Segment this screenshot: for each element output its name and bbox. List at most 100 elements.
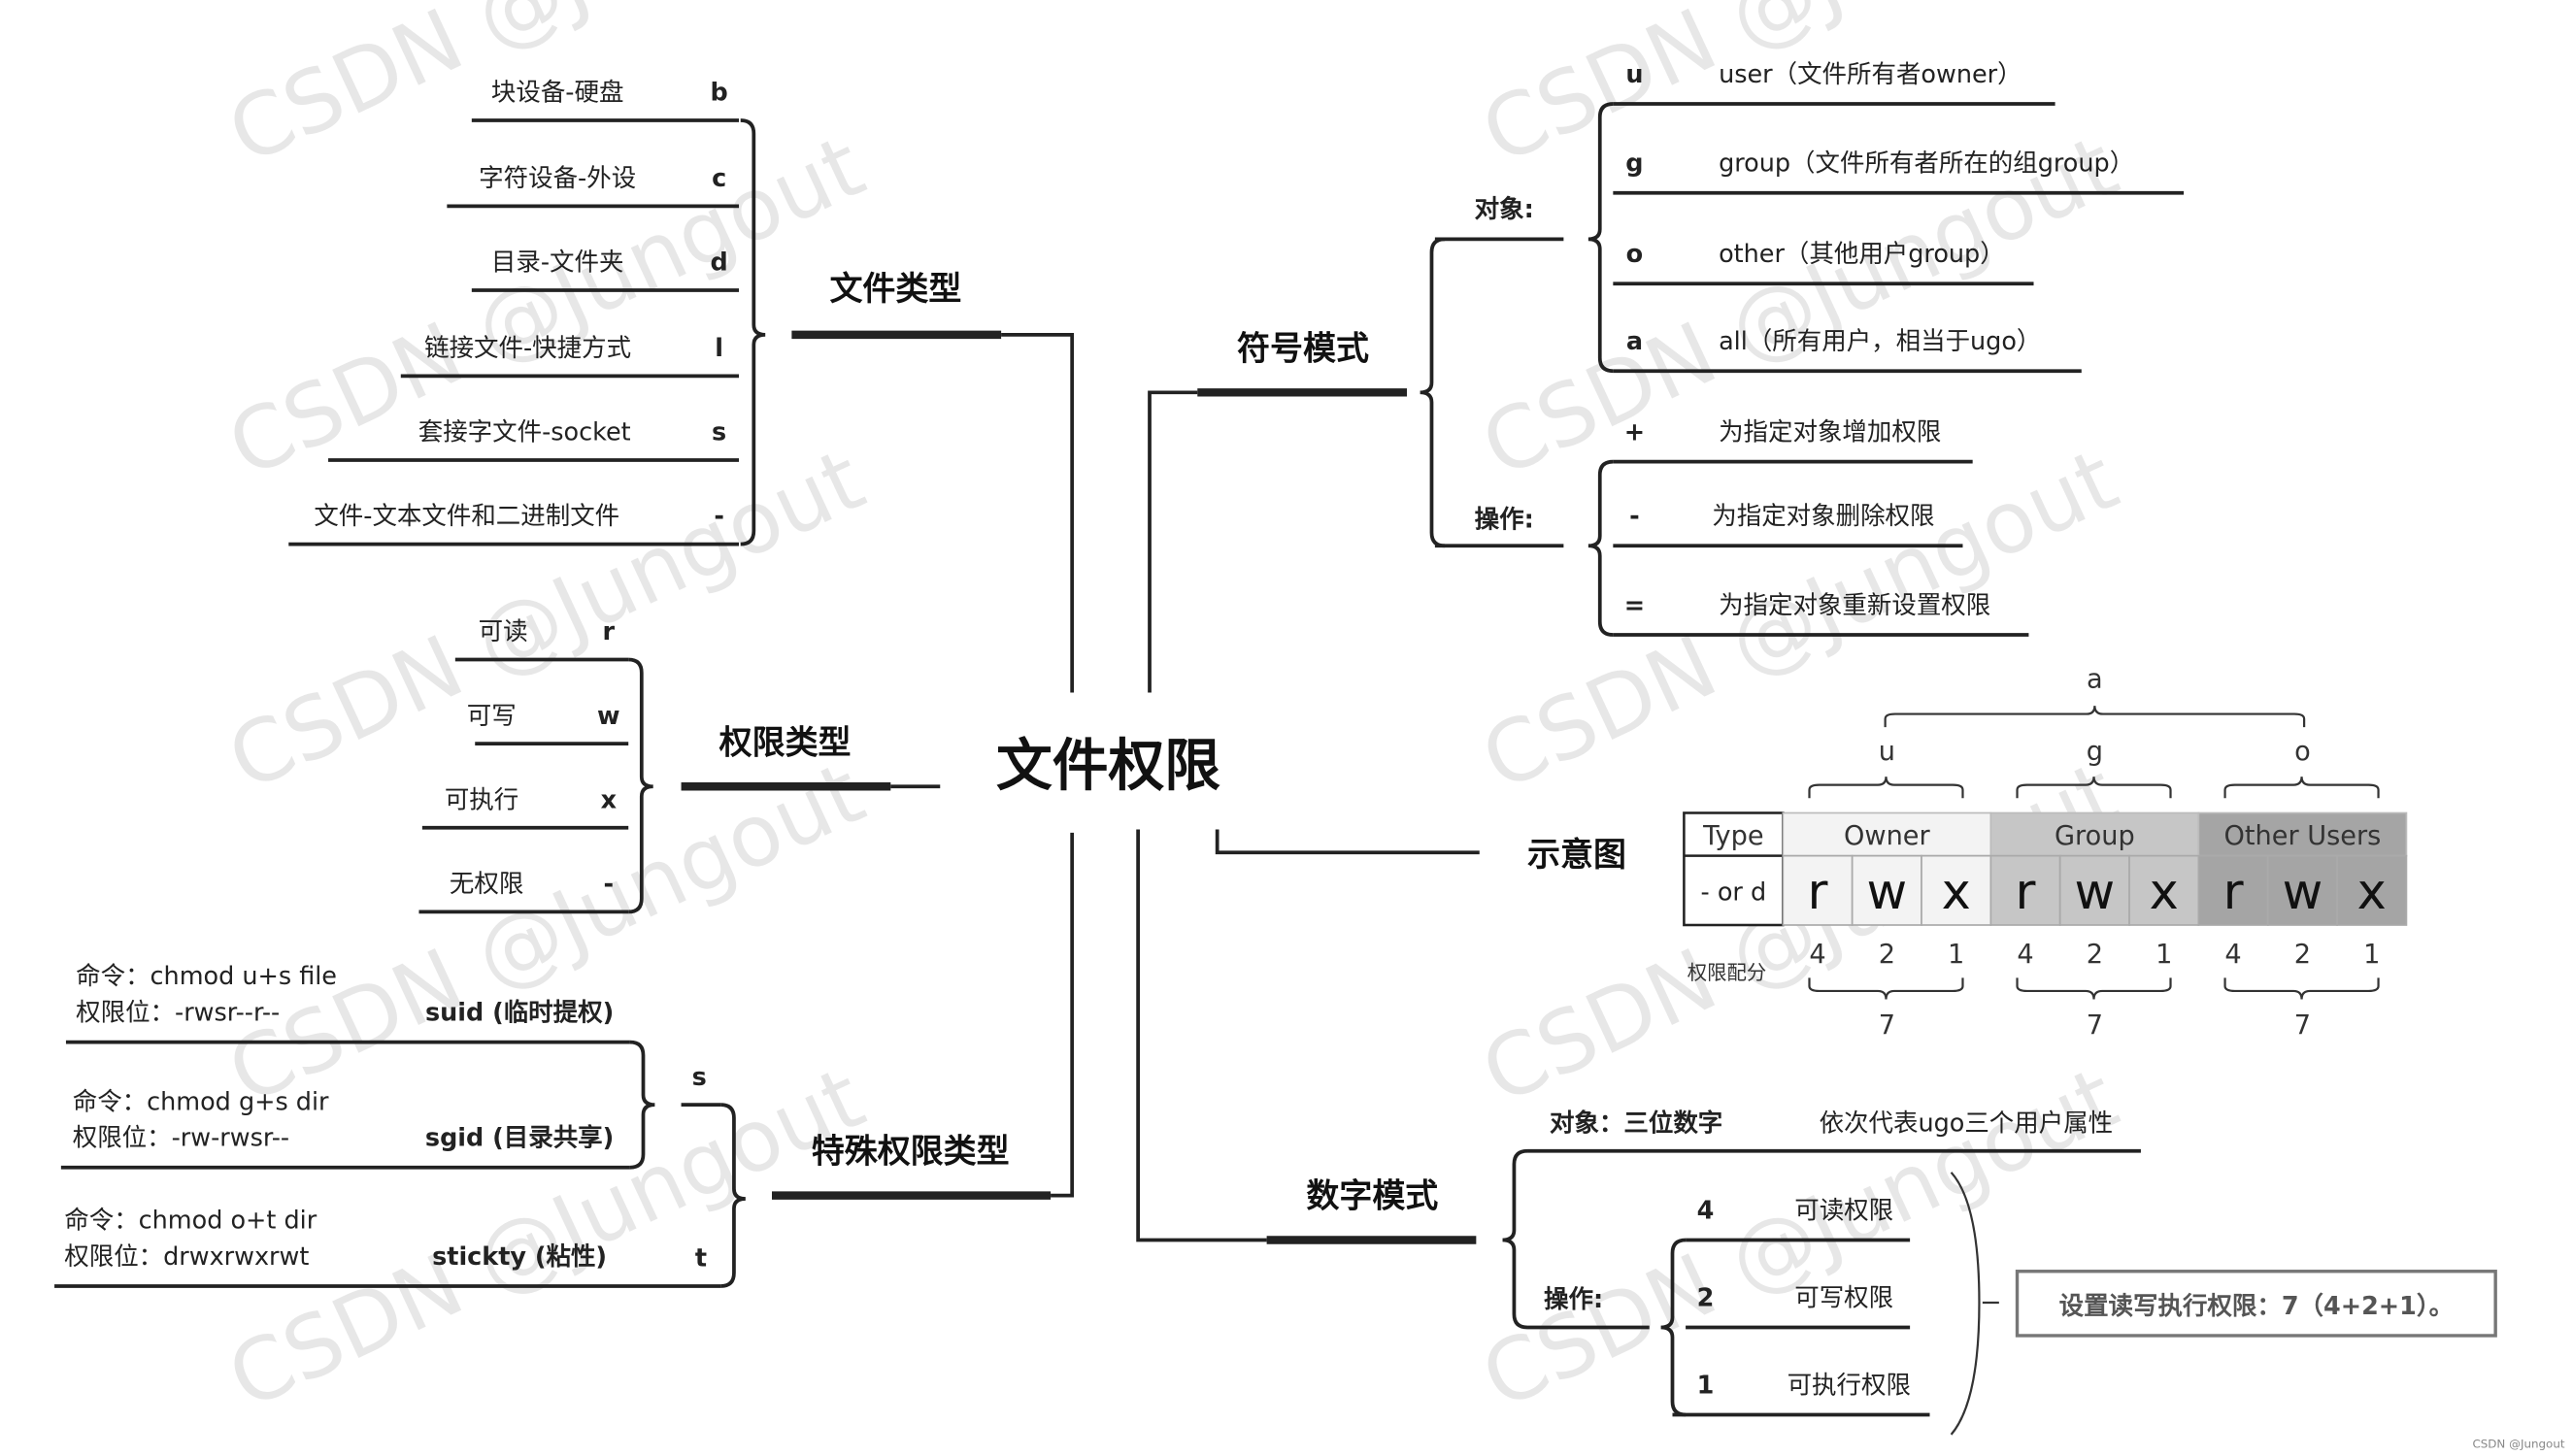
symbolic-bracket: [1420, 237, 1446, 548]
sum-brace: [1808, 977, 1964, 1000]
bit-r: r: [1808, 864, 1828, 921]
bit-w: w: [1866, 864, 1907, 921]
perm-type-label: 可执行: [445, 785, 518, 814]
object-desc: user（文件所有者owner）: [1719, 60, 2022, 89]
group-sum: 7: [2294, 1010, 2311, 1041]
watermark: CSDN @Jungout: [214, 743, 878, 1123]
group-header: Other Users: [2224, 821, 2382, 851]
file-type-label: 套接字文件-socket: [418, 418, 631, 447]
group-letter: o: [2294, 737, 2311, 767]
watermark: CSDN @Jungout: [1467, 743, 2131, 1123]
bit-r: r: [2223, 864, 2244, 921]
perm-type-code: -: [604, 870, 615, 899]
special-title: 特殊权限类型: [812, 1133, 1010, 1172]
file-type-label: 文件-文本文件和二进制文件: [314, 502, 619, 531]
object-code: o: [1626, 240, 1644, 269]
weight: 1: [1948, 940, 1964, 970]
bit-x: x: [2357, 864, 2387, 921]
op-code: +: [1624, 418, 1645, 447]
connector-line: [1136, 829, 1267, 1242]
all-brace: [1884, 706, 2306, 728]
perm-type-label: 可读: [479, 617, 528, 646]
weight: 4: [2224, 940, 2241, 970]
object-desc: group（文件所有者所在的组group）: [1719, 149, 2134, 179]
object-desc: other（其他用户group）: [1719, 240, 2005, 269]
file-type-code: d: [711, 248, 728, 278]
bit-w: w: [2075, 864, 2116, 921]
weight: 1: [2363, 940, 2380, 970]
object-code: u: [1625, 60, 1643, 89]
symbolic-ops-label: 操作:: [1475, 506, 1534, 535]
group-letter: u: [1879, 737, 1895, 767]
special-code: t: [695, 1244, 707, 1274]
connector-line: [1148, 390, 1198, 693]
numeric-title: 数字模式: [1306, 1176, 1438, 1215]
file-type-label: 链接文件-快捷方式: [424, 334, 631, 363]
summary-text: 设置读写执行权限：7（4+2+1）。: [2059, 1292, 2454, 1321]
file-types-title: 文件类型: [829, 270, 961, 309]
connector-line: [1001, 332, 1075, 693]
op-desc: 为指定对象删除权限: [1712, 502, 1934, 531]
perm-type-label: 无权限: [450, 870, 523, 899]
bit-r: r: [2016, 864, 2036, 921]
numeric-objects-label: 对象：三位数字: [1550, 1109, 1722, 1138]
numeric-ops-label: 操作:: [1544, 1285, 1603, 1314]
weight: 1: [2155, 940, 2172, 970]
perm-type-code: r: [603, 617, 616, 646]
type-header: Type: [1702, 821, 1763, 851]
weight: 4: [2017, 940, 2033, 970]
weight: 2: [2294, 940, 2311, 970]
file-type-code: s: [712, 418, 726, 447]
file-type-code: -: [714, 502, 724, 531]
ops-bracket: [1587, 459, 1614, 637]
object-code: a: [1626, 327, 1643, 356]
connector-line: [1051, 832, 1075, 1198]
op-code: =: [1624, 591, 1645, 620]
file-type-label: 字符设备-外设: [479, 164, 636, 193]
special-command: 命令：chmod u+s file: [76, 962, 337, 991]
special-bits: 权限位：-rwsr--r--: [76, 999, 280, 1028]
mind-map: CSDN @JungoutCSDN @JungoutCSDN @JungoutC…: [54, 0, 2565, 1450]
group-header: Owner: [1844, 821, 1931, 851]
special-name: stickty (粘性): [432, 1242, 607, 1272]
numeric-desc: 可写权限: [1794, 1283, 1893, 1312]
weight: 4: [1809, 940, 1825, 970]
sum-brace: [2016, 977, 2172, 1000]
special-s-label: s: [692, 1063, 707, 1092]
special-name: sgid (目录共享): [425, 1124, 614, 1153]
group-letter: g: [2087, 737, 2103, 767]
group-brace: [1808, 777, 1964, 799]
weights-label: 权限配分: [1687, 961, 1767, 984]
type-value: - or d: [1701, 878, 1767, 908]
group-header: Group: [2055, 821, 2135, 851]
special-bits: 权限位：drwxrwxrwt: [64, 1242, 309, 1272]
connector-line: [1215, 829, 1480, 855]
numeric-code: 4: [1697, 1196, 1715, 1225]
numeric-objects-desc: 依次代表ugo三个用户属性: [1820, 1109, 2114, 1138]
special-name: suid (临时提权): [425, 999, 614, 1028]
group-brace: [2223, 777, 2380, 799]
op-desc: 为指定对象增加权限: [1719, 418, 1941, 447]
group-sum: 7: [2087, 1010, 2103, 1041]
numeric-code: 2: [1697, 1283, 1715, 1312]
special-command: 命令：chmod g+s dir: [73, 1087, 329, 1116]
file-type-label: 块设备-硬盘: [491, 79, 624, 108]
symbolic-title: 符号模式: [1237, 329, 1369, 368]
numeric-code: 1: [1697, 1371, 1715, 1400]
numeric-desc: 可读权限: [1794, 1196, 1893, 1225]
bit-x: x: [2150, 864, 2179, 921]
sum-brace: [2223, 977, 2380, 1000]
all-label: a: [2087, 664, 2103, 694]
perm-type-label: 可写: [467, 702, 517, 731]
file-type-label: 目录-文件夹: [491, 248, 624, 278]
numeric-bracket: [1502, 1148, 1528, 1330]
object-desc: all（所有用户，相当于ugo）: [1719, 327, 2041, 356]
op-code: -: [1629, 502, 1640, 531]
weight: 2: [1879, 940, 1895, 970]
perm-type-code: x: [601, 785, 618, 814]
perm-types-title: 权限类型: [718, 723, 852, 762]
perm-type-code: w: [597, 702, 620, 731]
weight: 2: [2087, 940, 2103, 970]
symbolic-objects-label: 对象:: [1475, 195, 1534, 224]
diagram-title: 示意图: [1527, 836, 1626, 875]
